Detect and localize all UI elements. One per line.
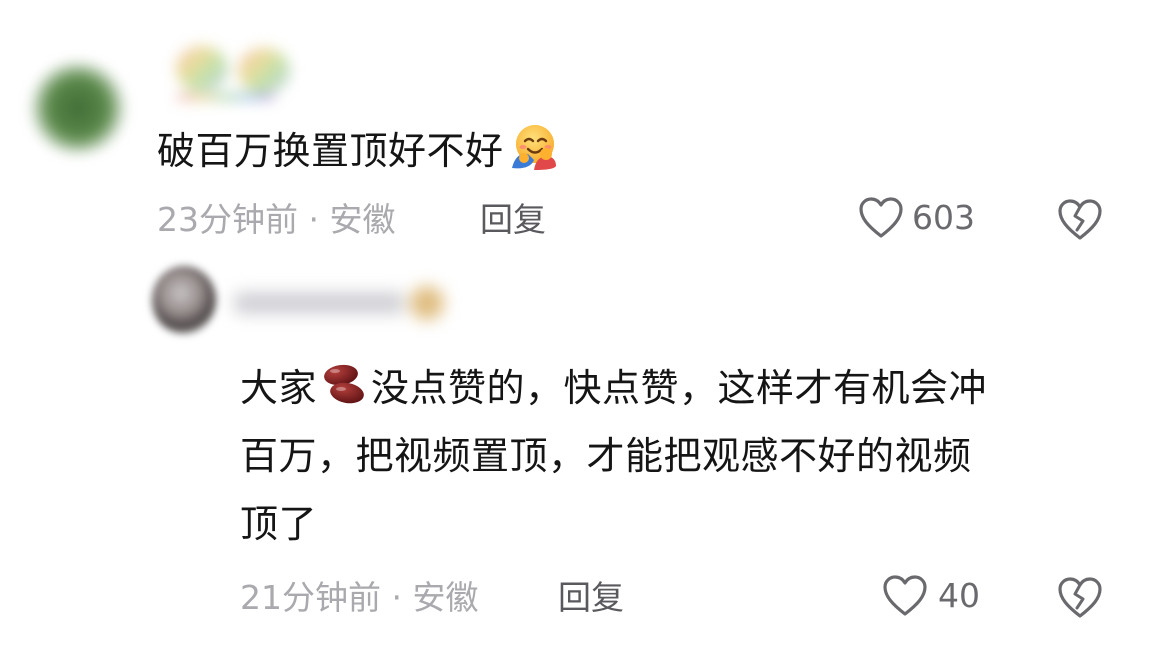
- comment-1-separator: ·: [308, 200, 320, 239]
- heart-outline-icon: [883, 575, 927, 616]
- comment-1-text: 破百万换置顶好不好: [157, 122, 558, 178]
- comment-1-avatar[interactable]: [30, 62, 126, 154]
- comment-1-time: 23分钟前: [157, 200, 298, 239]
- comment-1-dislike-button[interactable]: [1057, 198, 1103, 246]
- comment-2-line-1: 大家 没点赞的，快点赞，这样才有机会冲: [240, 354, 1120, 422]
- heart-outline-icon: [859, 197, 903, 238]
- hugging-face-emoji-icon: [511, 125, 556, 170]
- comment-1-like-button[interactable]: 603: [858, 196, 975, 240]
- comment-2-like-button[interactable]: 40: [882, 574, 980, 618]
- comment-2-text: 大家 没点赞的，快点赞，这样才有机会冲 百万，把视频置顶，才能把观感不好的视频 …: [240, 354, 1120, 558]
- comment-1-body: 破百万换置顶好不好: [157, 129, 504, 173]
- beans-emoji-icon: [324, 364, 364, 404]
- comment-1-location: 安徽: [329, 200, 396, 239]
- comment-2-line-1-end: 没点赞的，快点赞，这样才有机会冲: [371, 366, 988, 410]
- comment-1-meta: 23分钟前 · 安徽: [157, 198, 396, 242]
- comment-2-reply-button[interactable]: 回复: [558, 576, 624, 620]
- comment-2-avatar[interactable]: [152, 266, 216, 334]
- broken-heart-icon: [1058, 577, 1102, 618]
- comment-2-like-count: 40: [938, 576, 980, 615]
- comment-1-reply-button[interactable]: 回复: [480, 198, 546, 242]
- comment-2-time: 21分钟前: [240, 578, 381, 617]
- comment-2-line-3: 顶了: [240, 502, 318, 546]
- comment-2-line-1-start: 大家: [240, 366, 318, 410]
- comment-2-line-2: 百万，把视频置顶，才能把观感不好的视频: [240, 434, 972, 478]
- comment-1-like-count: 603: [912, 198, 975, 237]
- comment-2-meta: 21分钟前 · 安徽: [240, 576, 479, 620]
- comment-2-dislike-button[interactable]: [1057, 576, 1103, 624]
- comment-2-location: 安徽: [412, 578, 479, 617]
- comment-2-username[interactable]: [226, 282, 451, 324]
- comment-1-username[interactable]: [168, 42, 298, 100]
- broken-heart-icon: [1058, 199, 1102, 240]
- comment-2-separator: ·: [391, 578, 403, 617]
